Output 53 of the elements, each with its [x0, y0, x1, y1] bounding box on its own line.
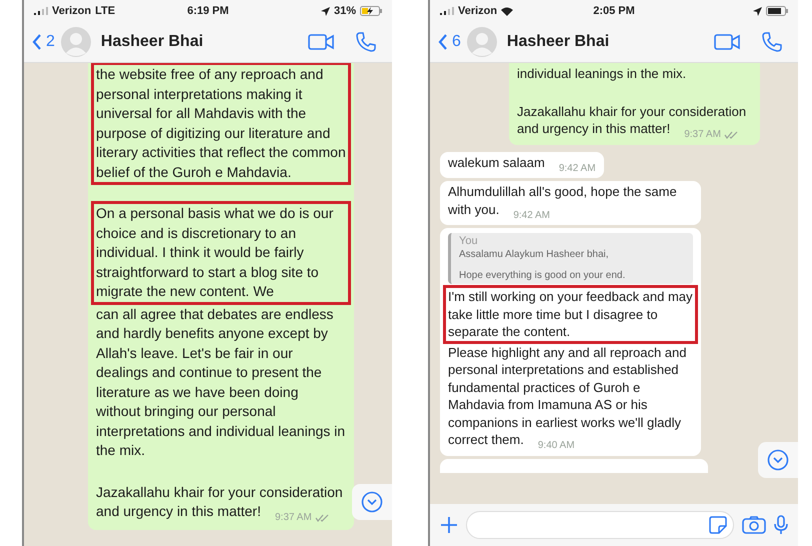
microphone-icon	[774, 515, 788, 535]
status-time: 2:05 PM	[593, 5, 635, 17]
back-chevron-icon	[32, 34, 42, 50]
battery-icon	[766, 6, 788, 16]
signal-icon	[34, 7, 48, 15]
contact-name[interactable]: Hasheer Bhai	[506, 33, 700, 51]
camera-icon	[742, 516, 766, 534]
scroll-down-button[interactable]	[758, 442, 798, 478]
message-text: can all agree that debates are endless and hardly benefits anyone except by Allah's leave. Let's be fair in our dealings and continue to present the literature as we have been doing without bringing our personal interpretations and individual leanings in the mix.	[95, 304, 346, 460]
camera-button[interactable]	[742, 516, 766, 534]
status-time: 6:19 PM	[187, 5, 229, 17]
microphone-button[interactable]	[774, 515, 788, 535]
message-text: Please highlight any and all reproach and personal interpretations and established fundamental practices of Guroh e Mahdavia from Imamuna AS or his companions in earliest works we'll gladly correct them. 9:40 AM	[443, 340, 698, 458]
highlighted-message-text: the website free of any reproach and personal interpretations making it universal for all Mahdavis with the purpose of digitizing our literature and literary activities that reflect the common belief of the Guroh e Mahdavia.	[91, 63, 351, 185]
video-call-icon	[714, 34, 740, 50]
phone-call-icon	[762, 32, 782, 52]
message-input-field[interactable]	[466, 511, 734, 539]
signal-icon	[440, 7, 454, 15]
video-call-icon	[308, 34, 334, 50]
contact-name[interactable]: Hasheer Bhai	[100, 33, 294, 51]
back-button[interactable]: 6	[438, 33, 461, 51]
scroll-down-icon	[767, 449, 789, 471]
location-arrow-icon	[753, 6, 762, 16]
battery-charging-icon	[360, 6, 382, 16]
message-time: 9:42 AM	[513, 208, 550, 222]
highlighted-message-text: I'm still working on your feedback and may take little more time but I disagree to separate the content.	[443, 285, 698, 344]
attach-button[interactable]	[440, 516, 458, 534]
scroll-down-button[interactable]	[352, 484, 392, 520]
read-ticks-icon	[314, 514, 329, 522]
scroll-down-icon	[361, 491, 383, 513]
message-text: individual leanings in the mix.	[516, 65, 688, 83]
message-text: walekum salaam 9:42 AM	[443, 150, 601, 180]
message-text: Jazakallahu khair for your consideration and urgency in this matter! 9:37 AM	[91, 480, 351, 530]
read-ticks-icon	[724, 130, 738, 139]
back-chevron-icon	[438, 34, 448, 50]
sticker-icon	[709, 516, 727, 534]
battery-percent: 31%	[334, 5, 356, 17]
location-arrow-icon	[320, 6, 330, 16]
wifi-icon	[501, 6, 514, 16]
phone-call-icon	[356, 32, 376, 52]
message-text: Jazakallahu khair for your consideration and urgency in this matter! 9:37 AM	[512, 100, 757, 146]
carrier-name: Verizon	[52, 5, 92, 17]
carrier-name: Verizon	[458, 5, 498, 17]
network-type: LTE	[95, 5, 116, 17]
message-time: 9:42 AM	[558, 162, 596, 176]
plus-icon	[440, 516, 458, 534]
quoted-message[interactable]: You Assalamu Alaykum Hasheer bhai, Hope everything is good on your end.	[448, 233, 693, 284]
message-time: 9:37 AM	[684, 128, 721, 142]
back-button[interactable]: 2	[32, 33, 55, 51]
message-time: 9:40 AM	[538, 439, 575, 453]
sticker-button[interactable]	[709, 516, 727, 534]
message-time: 9:37 AM	[274, 511, 312, 525]
message-text: Alhumdulillah all's good, hope the same with you. 9:42 AM	[443, 180, 698, 227]
